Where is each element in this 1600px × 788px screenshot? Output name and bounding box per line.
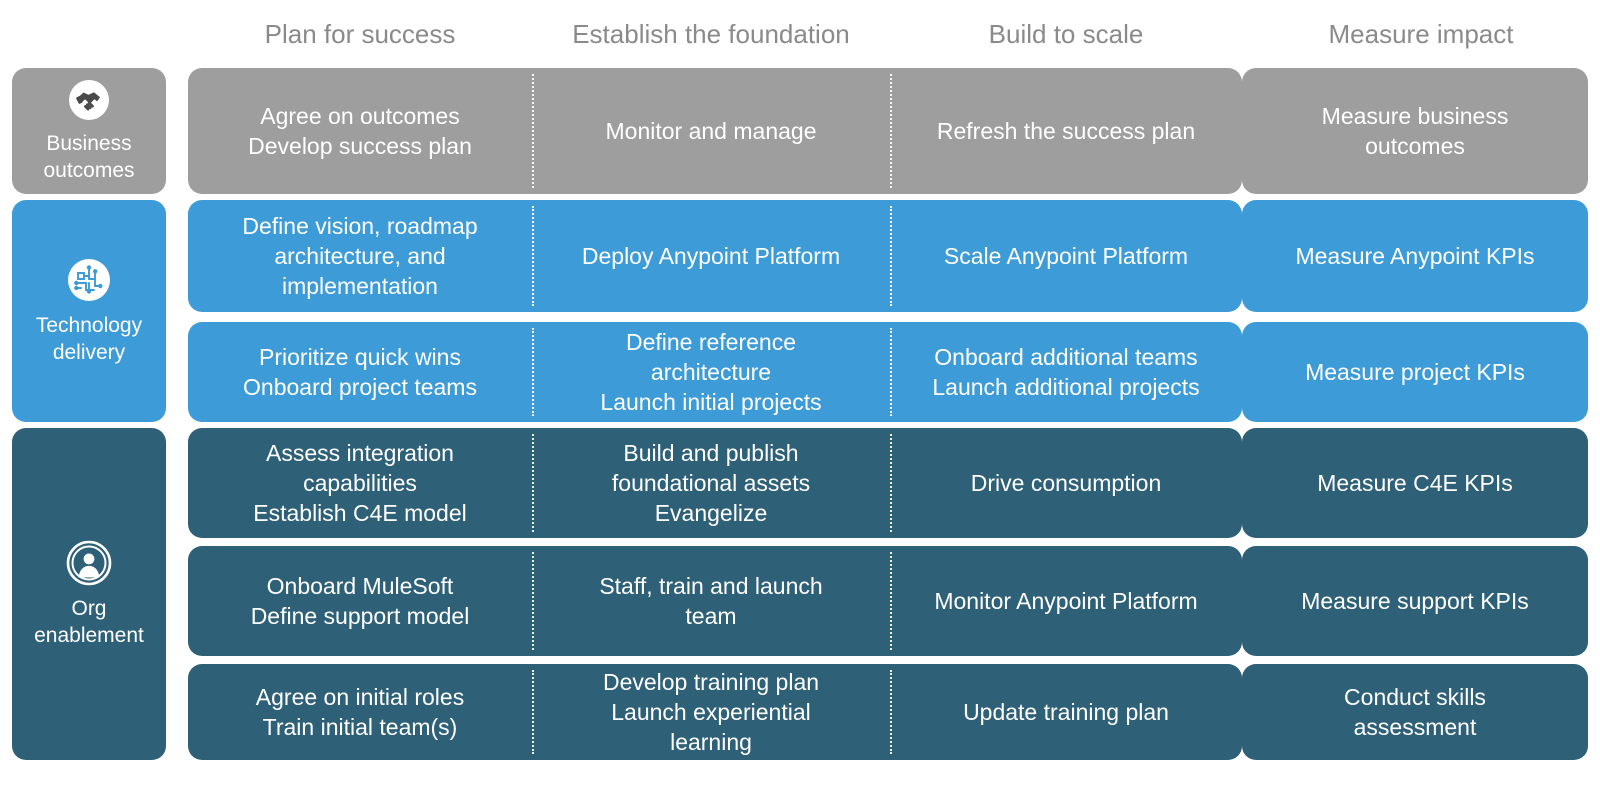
column-divider	[890, 670, 892, 754]
person-circle-icon	[65, 539, 113, 587]
row-label-text: Technology delivery	[35, 314, 143, 364]
subrow: Measure support KPIs	[1242, 546, 1588, 656]
cell-plan-for-success[interactable]: Agree on initial roles Train initial tea…	[188, 664, 532, 760]
column-header-measure-impact: Measure impact	[1328, 19, 1514, 49]
cell-build-to-scale[interactable]: Drive consumption	[890, 428, 1242, 538]
subrow: Agree on initial roles Train initial tea…	[188, 664, 1242, 760]
measure-column-business-outcomes: Measure business outcomes	[1242, 68, 1588, 194]
cell-build-to-scale[interactable]: Update training plan	[890, 664, 1242, 760]
cell-establish-the-foundation[interactable]: Staff, train and launch team	[532, 546, 890, 656]
measure-column-technology-delivery: Measure Anypoint KPIs Measure project KP…	[1242, 200, 1588, 422]
row-label-text: Org enablement	[34, 597, 144, 647]
measure-column-org-enablement: Measure C4E KPIs Measure support KPIs Co…	[1242, 428, 1588, 760]
column-divider	[532, 328, 534, 416]
column-divider	[532, 74, 534, 188]
handshake-icon	[67, 78, 111, 122]
subrow: Measure business outcomes	[1242, 68, 1588, 194]
stage-bar[interactable]: Agree on initial roles Train initial tea…	[188, 664, 1242, 760]
column-divider	[890, 206, 892, 306]
merged-columns-business-outcomes: Agree on outcomes Develop success plan M…	[188, 68, 1242, 194]
cell-build-to-scale[interactable]: Monitor Anypoint Platform	[890, 546, 1242, 656]
column-divider	[532, 206, 534, 306]
cell-measure-impact[interactable]: Conduct skills assessment	[1242, 664, 1588, 760]
column-header-build-to-scale: Build to scale	[988, 19, 1144, 49]
subrow: Measure project KPIs	[1242, 322, 1588, 422]
row-org-enablement: Org enablement Assess integration capabi…	[0, 428, 1600, 760]
stage-bar[interactable]: Agree on outcomes Develop success plan M…	[188, 68, 1242, 194]
cell-build-to-scale[interactable]: Refresh the success plan	[890, 68, 1242, 194]
column-divider	[890, 434, 892, 532]
column-divider	[532, 434, 534, 532]
cell-plan-for-success[interactable]: Define vision, roadmap architecture, and…	[188, 200, 532, 312]
column-divider	[532, 552, 534, 650]
stage-bar[interactable]: Assess integration capabilities Establis…	[188, 428, 1242, 538]
cell-plan-for-success[interactable]: Assess integration capabilities Establis…	[188, 428, 532, 538]
cell-establish-the-foundation[interactable]: Define reference architecture Launch ini…	[532, 322, 890, 422]
cell-establish-the-foundation[interactable]: Monitor and manage	[532, 68, 890, 194]
subrow: Prioritize quick wins Onboard project te…	[188, 322, 1242, 422]
cell-plan-for-success[interactable]: Onboard MuleSoft Define support model	[188, 546, 532, 656]
roadmap-diagram: Plan for success Establish the foundatio…	[0, 0, 1600, 788]
cell-establish-the-foundation[interactable]: Deploy Anypoint Platform	[532, 200, 890, 312]
row-label-business-outcomes: Business outcomes	[12, 68, 166, 194]
subrow: Onboard MuleSoft Define support model St…	[188, 546, 1242, 656]
cell-build-to-scale[interactable]: Onboard additional teams Launch addition…	[890, 322, 1242, 422]
cell-establish-the-foundation[interactable]: Develop training plan Launch experientia…	[532, 664, 890, 760]
column-header-plan-for-success: Plan for success	[264, 19, 456, 49]
row-technology-delivery: Technology delivery Define vision, roadm…	[0, 200, 1600, 422]
subrow: Agree on outcomes Develop success plan M…	[188, 68, 1242, 194]
subrow: Measure Anypoint KPIs	[1242, 200, 1588, 312]
column-divider	[532, 670, 534, 754]
column-divider	[890, 74, 892, 188]
column-header-establish-the-foundation: Establish the foundation	[572, 19, 850, 49]
subrow: Assess integration capabilities Establis…	[188, 428, 1242, 538]
stage-bar[interactable]: Define vision, roadmap architecture, and…	[188, 200, 1242, 312]
row-label-org-enablement: Org enablement	[12, 428, 166, 760]
cell-measure-impact[interactable]: Measure business outcomes	[1242, 68, 1588, 194]
merged-columns-technology-delivery: Define vision, roadmap architecture, and…	[188, 200, 1242, 422]
row-business-outcomes: Business outcomes Agree on outcomes Deve…	[0, 68, 1600, 194]
circuit-icon	[65, 256, 113, 304]
stage-bar[interactable]: Onboard MuleSoft Define support model St…	[188, 546, 1242, 656]
row-label-technology-delivery: Technology delivery	[12, 200, 166, 422]
column-header-row: Plan for success Establish the foundatio…	[0, 14, 1600, 58]
cell-measure-impact[interactable]: Measure Anypoint KPIs	[1242, 200, 1588, 312]
cell-plan-for-success[interactable]: Prioritize quick wins Onboard project te…	[188, 322, 532, 422]
cell-establish-the-foundation[interactable]: Build and publish foundational assets Ev…	[532, 428, 890, 538]
column-divider	[890, 552, 892, 650]
column-divider	[890, 328, 892, 416]
subrow: Conduct skills assessment	[1242, 664, 1588, 760]
cell-build-to-scale[interactable]: Scale Anypoint Platform	[890, 200, 1242, 312]
stage-bar[interactable]: Prioritize quick wins Onboard project te…	[188, 322, 1242, 422]
subrow: Measure C4E KPIs	[1242, 428, 1588, 538]
cell-measure-impact[interactable]: Measure C4E KPIs	[1242, 428, 1588, 538]
subrow: Define vision, roadmap architecture, and…	[188, 200, 1242, 312]
cell-plan-for-success[interactable]: Agree on outcomes Develop success plan	[188, 68, 532, 194]
row-label-text: Business outcomes	[43, 132, 135, 182]
cell-measure-impact[interactable]: Measure support KPIs	[1242, 546, 1588, 656]
merged-columns-org-enablement: Assess integration capabilities Establis…	[188, 428, 1242, 760]
cell-measure-impact[interactable]: Measure project KPIs	[1242, 322, 1588, 422]
